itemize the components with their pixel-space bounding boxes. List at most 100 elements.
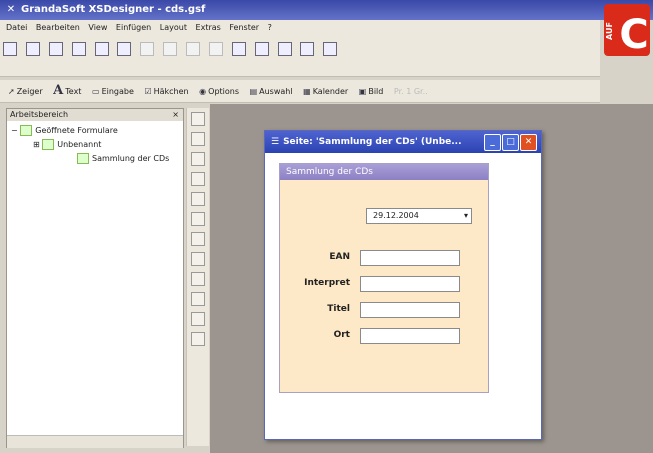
tree-item-cd-collection[interactable]: Sammlung der CDs — [77, 153, 169, 165]
close-icon[interactable]: × — [172, 109, 179, 121]
ean-field[interactable] — [360, 250, 460, 266]
tree-item-unnamed[interactable]: ⊞ Unbenannt — [33, 139, 101, 151]
minimize-button[interactable]: _ — [484, 134, 501, 151]
menu-datei[interactable]: Datei — [6, 23, 27, 32]
align-bottom-icon[interactable] — [191, 172, 205, 186]
print-preview-icon[interactable] — [117, 42, 132, 56]
tree-expander[interactable]: ⊞ — [33, 140, 40, 149]
tool-text[interactable]: A Text — [53, 83, 82, 98]
space-horizontal-icon[interactable] — [191, 272, 205, 286]
cut-icon[interactable] — [140, 42, 155, 56]
magazine-logo: C AUF — [596, 0, 653, 60]
date-picker[interactable]: 29.12.2004 ▾ — [366, 208, 472, 224]
tool-options-label: Options — [208, 87, 240, 96]
tool-calendar[interactable]: ▦ Kalender — [303, 87, 348, 96]
page-icon — [77, 153, 89, 164]
ort-field[interactable] — [360, 328, 460, 344]
interpret-label: Interpret — [304, 278, 350, 288]
tree-item-label: Unbenannt — [57, 140, 102, 149]
grid-toggle-icon[interactable] — [191, 312, 205, 326]
tool-pointer[interactable]: ➚ Zeiger — [8, 87, 43, 96]
checkbox-icon: ☑ — [144, 87, 152, 96]
input-icon: ▭ — [92, 87, 100, 96]
center-vertical-icon[interactable] — [191, 252, 205, 266]
interpret-field[interactable] — [360, 276, 460, 292]
align-top-icon[interactable] — [191, 152, 205, 166]
new-file-icon[interactable] — [3, 42, 17, 56]
document-window[interactable]: ☰ Seite: 'Sammlung der CDs' (Unbe... _ □ … — [264, 130, 542, 440]
workspace-panel-header: Arbeitsbereich × — [7, 109, 183, 121]
undo-icon[interactable] — [208, 42, 223, 56]
copy-icon[interactable] — [71, 42, 86, 56]
print-icon[interactable] — [94, 42, 109, 56]
menu-extras[interactable]: Extras — [196, 23, 221, 32]
page-icon: ☰ — [271, 137, 280, 147]
titel-field[interactable] — [360, 302, 460, 318]
menu-einfuegen[interactable]: Einfügen — [116, 23, 151, 32]
tool-image[interactable]: ▣ Bild — [359, 87, 384, 96]
app-title: GrandaSoft XSDesigner - cds.gsf — [21, 4, 206, 15]
menu-fenster[interactable]: Fenster — [229, 23, 259, 32]
logo-text: AUF — [605, 22, 614, 40]
tool-text-label: Text — [65, 87, 82, 96]
forms-folder-icon — [20, 125, 33, 136]
document-titlebar[interactable]: ☰ Seite: 'Sammlung der CDs' (Unbe... _ □ … — [265, 131, 541, 153]
form-icon — [42, 139, 55, 150]
form-header: Sammlung der CDs — [280, 164, 488, 180]
grid-icon[interactable] — [277, 42, 292, 56]
logo-graphic: C AUF — [604, 4, 650, 58]
standard-toolbar — [0, 36, 600, 77]
form-tools-toolbar: ➚ Zeiger A Text ▭ Eingabe ☑ Häkchen ◉ Options… — [0, 80, 600, 103]
form-panel: Sammlung der CDs 29.12.2004 ▾ EAN Interp… — [279, 163, 489, 393]
radio-icon: ◉ — [199, 87, 207, 96]
tree-item-open-forms[interactable]: − Geöffnete Formulare — [11, 125, 118, 137]
tool-image-label: Bild — [368, 87, 384, 96]
ort-label: Ort — [333, 330, 350, 340]
tree-expander[interactable]: − — [11, 126, 18, 135]
ean-label: EAN — [329, 252, 350, 262]
horizontal-scrollbar[interactable] — [7, 435, 183, 448]
menu-help[interactable]: ? — [268, 23, 272, 32]
workspace-panel-title: Arbeitsbereich — [10, 110, 69, 119]
tool-options[interactable]: ◉ Options — [199, 87, 239, 96]
image-icon: ▣ — [358, 87, 367, 96]
open-folder-icon[interactable] — [25, 42, 40, 56]
tool-calendar-label: Kalender — [312, 87, 349, 96]
tool-selection-label: Auswahl — [259, 87, 293, 96]
table-icon[interactable] — [191, 332, 205, 346]
save-icon[interactable] — [48, 42, 63, 56]
menu-view[interactable]: View — [88, 23, 107, 32]
pointer-icon: ➚ — [8, 87, 15, 96]
tool-checkbox-label: Häkchen — [153, 87, 189, 96]
listbox-icon: ▤ — [249, 87, 258, 96]
space-vertical-icon[interactable] — [191, 292, 205, 306]
chevron-down-icon[interactable]: ▾ — [464, 209, 468, 223]
calendar-icon: ▦ — [303, 87, 311, 96]
same-height-icon[interactable] — [191, 212, 205, 226]
align-left-icon[interactable] — [191, 112, 205, 126]
app-titlebar: ✕ GrandaSoft XSDesigner - cds.gsf — [0, 0, 653, 20]
delete-icon[interactable] — [163, 42, 178, 56]
tools-icon[interactable] — [323, 42, 338, 56]
menu-bearbeiten[interactable]: Bearbeiten — [36, 23, 80, 32]
properties-icon[interactable] — [254, 42, 269, 56]
same-width-icon[interactable] — [191, 192, 205, 206]
tool-input[interactable]: ▭ Eingabe — [92, 87, 134, 96]
paste-icon[interactable] — [186, 42, 200, 56]
workspace-panel: Arbeitsbereich × − Geöffnete Formulare ⊞… — [6, 108, 184, 448]
close-button[interactable]: ✕ — [520, 134, 537, 151]
tool-disabled: Pr. 1 Gr.. — [393, 87, 428, 96]
menu-bar: Datei Bearbeiten View Einfügen Layout Ex… — [0, 20, 600, 36]
tree-icon[interactable] — [300, 42, 315, 56]
maximize-button[interactable]: □ — [502, 134, 519, 151]
center-horizontal-icon[interactable] — [191, 232, 205, 246]
layout-icon[interactable] — [231, 42, 246, 56]
menu-layout[interactable]: Layout — [160, 23, 187, 32]
align-right-icon[interactable] — [191, 132, 205, 146]
tool-selection[interactable]: ▤ Auswahl — [250, 87, 293, 96]
titel-label: Titel — [327, 304, 350, 314]
tree-item-label: Geöffnete Formulare — [35, 126, 118, 135]
tool-checkbox[interactable]: ☑ Häkchen — [144, 87, 188, 96]
alignment-toolbar — [186, 108, 209, 446]
form-header-title: Sammlung der CDs — [286, 167, 373, 177]
